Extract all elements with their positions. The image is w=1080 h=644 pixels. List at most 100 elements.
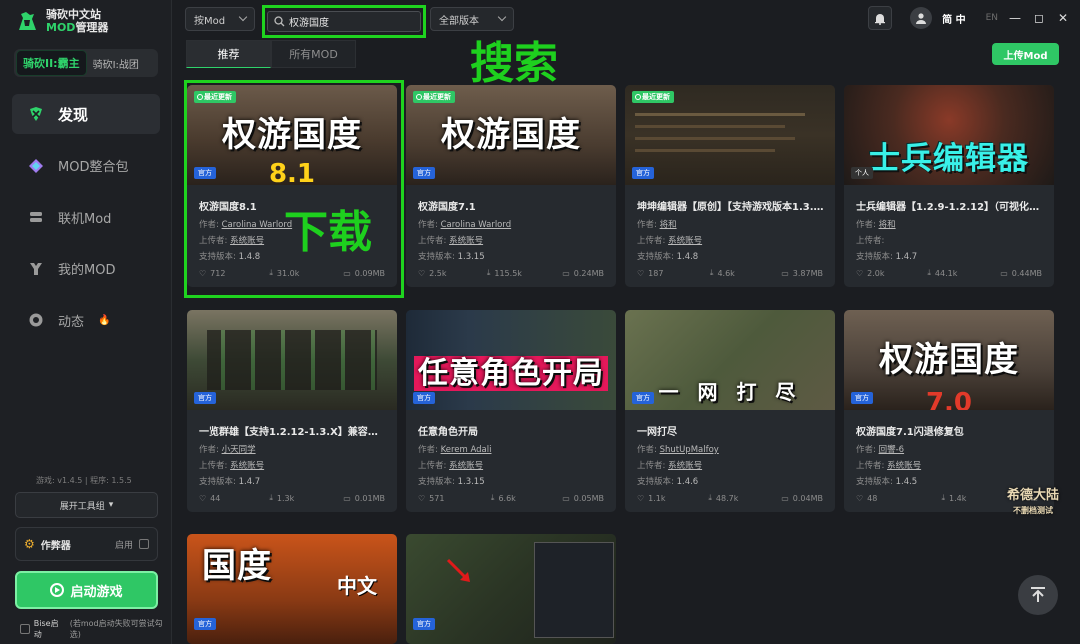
author-link[interactable]: 将和 xyxy=(879,220,896,230)
download-count: 44.1k xyxy=(934,268,958,278)
file-size: 0.24MB xyxy=(573,268,604,278)
download-icon: ⤓ xyxy=(269,493,273,502)
sidebar-item-multiplayer[interactable]: 联机Mod xyxy=(12,197,160,237)
download-icon: ⤓ xyxy=(486,268,491,277)
uploader-link[interactable]: 系统账号 xyxy=(668,236,702,246)
mod-version-row: 支持版本: 1.4.8 xyxy=(637,250,698,262)
game-option-bannerlord[interactable]: 骑砍II:霸主 xyxy=(16,50,87,76)
annotation-download: 下载 xyxy=(284,207,372,258)
launch-game-button[interactable]: 启动游戏 xyxy=(15,571,158,609)
mod-card[interactable]: 权游国度 最近更新 官方 权游国度7.1 作者: Carolina Warlor… xyxy=(406,85,616,287)
upload-mod-button[interactable]: 上传Mod xyxy=(992,43,1059,65)
file-size: 3.87MB xyxy=(792,268,823,278)
notification-button[interactable] xyxy=(868,6,893,30)
user-avatar[interactable] xyxy=(910,7,933,29)
uploader-label: 上传者: xyxy=(637,236,666,246)
file-size: 0.44MB xyxy=(1011,268,1042,278)
mod-thumbnail: 权游国度 最近更新 官方 xyxy=(406,85,616,185)
mod-card[interactable]: 最近更新 官方 坤坤编辑器【原创】【支持游戏版本1.3.15-1.4.8】 作者… xyxy=(625,85,835,287)
mod-version-row: 支持版本: 1.4.7 xyxy=(856,250,917,262)
mod-title: 一览群雄【支持1.2.12-1.3.X】兼容衣谷三国 xyxy=(199,427,387,438)
sidebar: 骑砍中文站 MOD管理器 骑砍II:霸主 骑砍I:战团 发现 MOD整合包 联机… xyxy=(0,0,172,644)
mod-uploader-row: 上传者: 系统账号 xyxy=(637,234,702,246)
cheat-enable-checkbox[interactable] xyxy=(139,539,149,549)
recently-updated-badge: 最近更新 xyxy=(413,91,455,103)
mod-author-row: 作者: 将和 xyxy=(637,218,677,230)
mod-card[interactable]: 士兵编辑器 个人 士兵编辑器【1.2.9-1.2.12】（可视化自定义兵种） 作… xyxy=(844,85,1054,287)
sort-label: 按Mod xyxy=(194,15,226,27)
expand-tools-button[interactable]: 展开工具组 ▾ xyxy=(15,492,158,518)
sidebar-item-my-mod[interactable]: 我的MOD xyxy=(12,249,160,289)
file-icon: ▭ xyxy=(562,493,570,503)
thumbnail-text: 士兵编辑器 xyxy=(869,141,1029,177)
uploader-link[interactable]: 系统账号 xyxy=(449,236,483,246)
sidebar-item-discover[interactable]: 发现 xyxy=(12,94,160,134)
version-label: 支持版本: xyxy=(637,252,674,262)
author-label: 作者: xyxy=(856,445,876,455)
uploader-link[interactable]: 系统账号 xyxy=(449,461,483,471)
mod-card[interactable]: 任意角色开局 官方 任意角色开局 作者: Kerem Adali 上传者: 系统… xyxy=(406,310,616,512)
mod-version-row: 支持版本: 1.4.5 xyxy=(856,475,917,487)
uploader-link[interactable]: 系统账号 xyxy=(668,461,702,471)
chevron-down-icon xyxy=(497,12,507,22)
maximize-icon[interactable]: ◻ xyxy=(1032,11,1046,25)
tab-all-mods[interactable]: 所有MOD xyxy=(271,40,356,68)
chevron-down-icon xyxy=(238,12,248,22)
uploader-label: 上传者: xyxy=(418,236,447,246)
mod-stats: ♡ 2.5k ⤓ 115.5k ▭ 0.24MB xyxy=(418,268,604,278)
close-icon[interactable]: ✕ xyxy=(1056,11,1070,25)
author-link[interactable]: Carolina Warlord xyxy=(441,220,512,230)
hot-flame-icon: 🔥 xyxy=(98,314,111,326)
scroll-to-top-button[interactable] xyxy=(1018,575,1058,615)
arrow-up-icon xyxy=(1031,587,1045,602)
search-input[interactable]: 权游国度 xyxy=(267,11,421,32)
official-badge: 官方 xyxy=(851,392,873,404)
uploader-link[interactable]: 系统账号 xyxy=(887,461,921,471)
mod-card[interactable]: 官方 xyxy=(406,534,616,644)
thumbnail-subtext: 7.0 xyxy=(925,388,973,410)
sort-dropdown[interactable]: 按Mod xyxy=(185,7,255,31)
heart-icon: ♡ xyxy=(199,493,207,503)
lang-zh-button[interactable]: 简 中 xyxy=(942,11,965,26)
knight-logo-icon xyxy=(19,12,36,30)
game-option-warband[interactable]: 骑砍I:战团 xyxy=(87,52,145,75)
mod-thumbnail: 士兵编辑器 个人 xyxy=(844,85,1054,185)
sidebar-item-label: MOD整合包 xyxy=(58,160,129,175)
official-badge: 官方 xyxy=(413,167,435,179)
tab-recommended[interactable]: 推荐 xyxy=(186,40,271,68)
mod-card[interactable]: 国度 中文 官方 xyxy=(187,534,397,644)
uploader-label: 上传者: xyxy=(856,236,885,246)
expand-tools-label: 展开工具组 xyxy=(59,501,105,512)
mod-stats: ♡ 571 ⤓ 6.6k ▭ 0.05MB xyxy=(418,493,604,503)
thumbnail-text-inner: 任意角色开局 xyxy=(414,356,608,391)
minimize-icon[interactable]: — xyxy=(1008,11,1022,25)
author-link[interactable]: 小天同学 xyxy=(222,445,256,455)
heart-icon: ♡ xyxy=(418,268,426,278)
author-link[interactable]: Kerem Adali xyxy=(441,445,492,455)
my-mod-icon xyxy=(30,262,42,275)
heart-icon: ♡ xyxy=(637,493,645,503)
mod-thumbnail: 一 网 打 尽 官方 xyxy=(625,310,835,410)
mod-author-row: 作者: Kerem Adali xyxy=(418,443,491,455)
mod-title: 一网打尽 xyxy=(637,427,677,438)
mod-card[interactable]: 权游国度 7.0 官方 权游国度7.1闪退修复包 作者: 回響-6 上传者: 系… xyxy=(844,310,1054,512)
download-count: 48.7k xyxy=(715,493,739,503)
download-icon: ⤓ xyxy=(927,268,931,277)
author-link[interactable]: 回響-6 xyxy=(879,445,904,455)
author-label: 作者: xyxy=(637,445,657,455)
official-badge: 官方 xyxy=(413,618,435,630)
official-badge: 官方 xyxy=(194,618,216,630)
mod-title: 士兵编辑器【1.2.9-1.2.12】（可视化自定义兵种） xyxy=(856,202,1044,213)
search-value: 权游国度 xyxy=(289,18,329,29)
sidebar-item-modpack[interactable]: MOD整合包 xyxy=(12,146,160,186)
author-link[interactable]: ShutUpMalfoy xyxy=(660,445,719,455)
mod-card[interactable]: 一 网 打 尽 官方 一网打尽 作者: ShutUpMalfoy 上传者: 系统… xyxy=(625,310,835,512)
author-link[interactable]: 将和 xyxy=(660,220,677,230)
sidebar-item-feed[interactable]: 动态 🔥 xyxy=(12,300,160,340)
uploader-link[interactable]: 系统账号 xyxy=(230,461,264,471)
bise-checkbox[interactable] xyxy=(20,624,30,634)
file-icon: ▭ xyxy=(562,268,570,278)
lang-en-button[interactable]: EN xyxy=(986,13,998,23)
watermark-subtitle: 不删档测试 xyxy=(1013,506,1053,515)
mod-card[interactable]: 官方 一览群雄【支持1.2.12-1.3.X】兼容衣谷三国 作者: 小天同学 上… xyxy=(187,310,397,512)
